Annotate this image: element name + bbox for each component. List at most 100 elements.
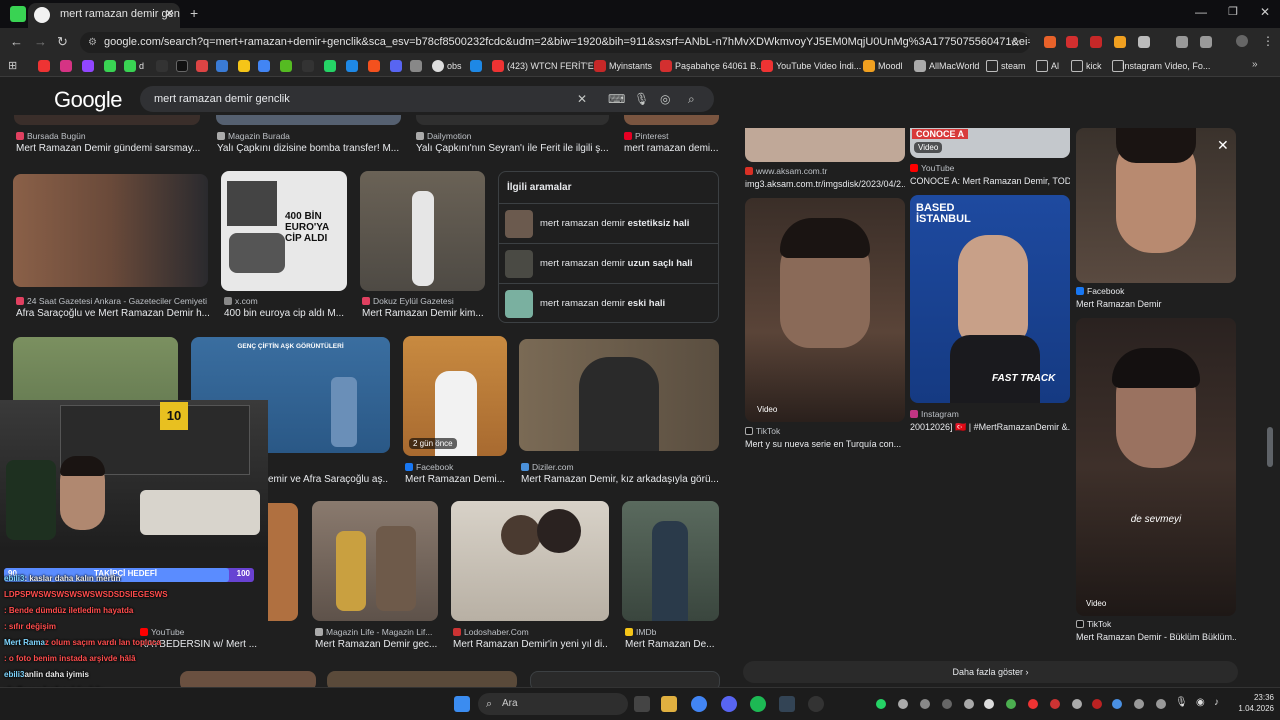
lens-icon[interactable]: ◎ [660,92,670,106]
tray-icon[interactable] [984,699,994,709]
obs-icon[interactable] [432,60,444,72]
result-caption[interactable]: Mert Ramazan Demi... [405,474,508,485]
result-caption[interactable]: Afra Saraçoğlu ve Mert Ramazan Demir h..… [16,308,210,319]
kick-icon[interactable] [104,60,116,72]
image-result-thumbnail[interactable] [624,115,719,125]
bookmark-icon[interactable] [914,60,926,72]
obs-icon[interactable] [808,696,824,712]
image-result-thumbnail[interactable] [622,501,719,621]
apps-grid-icon[interactable]: ⊞ [8,59,17,72]
discord-icon[interactable] [390,60,402,72]
adblock-icon[interactable] [1066,36,1078,48]
result-source[interactable]: Dokuz Eylül Gazetesi [362,296,490,306]
clock[interactable]: 23:36 1.04.2026 [1234,692,1274,714]
youtube-icon[interactable] [38,60,50,72]
close-tab-icon[interactable]: ✕ [165,3,174,25]
bookmark-icon[interactable] [216,60,228,72]
tray-icon[interactable] [1050,699,1060,709]
puzzle-icon[interactable] [1138,36,1150,48]
show-more-button[interactable]: Daha fazla göster › [743,661,1238,683]
extension-icon[interactable] [1044,36,1056,48]
result-source[interactable]: Facebook [405,462,510,472]
bookmark-label[interactable]: kick [1086,59,1102,73]
bookmark-label[interactable]: Paşabahçe 64061 B... [675,59,764,73]
bookmark-label[interactable]: Al [1051,59,1059,73]
task-view-icon[interactable] [634,696,650,712]
image-result-thumbnail[interactable]: de sevmeyi Video [1076,318,1236,616]
bookmark-icon[interactable] [594,60,606,72]
result-source[interactable]: TikTok [1076,619,1236,629]
bookmark-label[interactable]: obs [447,59,462,73]
result-source[interactable]: Diziler.com [521,462,721,472]
tray-icon[interactable] [920,699,930,709]
extension-icon[interactable] [1114,36,1126,48]
bookmark-icon[interactable] [280,60,292,72]
address-bar[interactable]: ⚙ google.com/search?q=mert+ramazan+demir… [80,32,1030,53]
minimize-icon[interactable]: — [1195,5,1207,19]
related-search-item[interactable]: mert ramazan demir estetiksiz hali [499,203,718,243]
start-icon[interactable] [454,696,470,712]
result-caption[interactable]: img3.aksam.com.tr/imgsdisk/2023/04/2... [745,179,905,189]
wifi-icon[interactable]: ◉ [1196,697,1205,708]
mic-icon[interactable]: 🎙 [1175,697,1188,708]
result-source[interactable]: Lodoshaber.Com [453,627,608,637]
result-source[interactable]: Magazin Life - Magazin Lif... [315,627,440,637]
folder-icon[interactable] [1036,60,1048,72]
new-tab-icon[interactable]: + [190,5,198,21]
bookmark-icon[interactable] [410,60,422,72]
image-result-thumbnail[interactable]: BASED İSTANBUL FAST TRACK [910,195,1070,403]
chrome-icon[interactable] [691,696,707,712]
bookmark-icon[interactable] [302,60,314,72]
result-caption[interactable]: Mert Ramazan Demir [1076,299,1236,309]
x-icon[interactable] [176,60,188,72]
youtube-icon[interactable] [761,60,773,72]
tray-icon[interactable] [1134,699,1144,709]
gmail-icon[interactable] [196,60,208,72]
search-icon[interactable]: ⌕ [688,92,695,106]
result-caption[interactable]: Mert Ramazan Demir - Büklüm Büklüm... [1076,632,1236,642]
extension-icon[interactable] [1176,36,1188,48]
instagram-icon[interactable] [60,60,72,72]
result-caption[interactable]: mert ramazan demi... [624,143,720,154]
tray-icon[interactable] [964,699,974,709]
result-source[interactable]: TikTok [745,426,905,436]
bookmark-icon[interactable] [863,60,875,72]
tray-icon[interactable] [1028,699,1038,709]
bookmark-icon[interactable] [470,60,482,72]
result-caption[interactable]: Mert Ramazan Demir, kız arkadaşıyla görü… [521,474,719,485]
file-explorer-icon[interactable] [661,696,677,712]
result-source[interactable]: YouTube [910,163,1070,173]
image-result-thumbnail[interactable] [745,128,905,162]
tray-icon[interactable] [876,699,886,709]
result-source[interactable]: x.com [224,296,354,306]
bookmark-star-icon[interactable]: ☆ [1010,35,1021,49]
result-source[interactable]: Instagram [910,409,1070,419]
kick-icon[interactable] [10,6,26,22]
bookmark-icon[interactable] [238,60,250,72]
bookmark-label[interactable]: Moodl [878,59,903,73]
twitch-icon[interactable] [82,60,94,72]
result-caption[interactable]: Mert Ramazan Demir gec... [315,639,439,650]
result-source[interactable]: IMDb [625,627,720,637]
result-caption[interactable]: 400 bin euroya cip aldı M... [224,308,350,319]
site-info-icon[interactable]: ⚙ [88,32,97,53]
tray-icon[interactable] [942,699,952,709]
tiktok-icon[interactable] [156,60,168,72]
result-caption[interactable]: 20012026] 🇹🇷 | #MertRamazanDemir &... [910,422,1070,433]
mic-icon[interactable]: 🎙 [634,92,649,106]
clear-icon[interactable]: ✕ [577,92,587,106]
volume-icon[interactable]: ♪ [1214,697,1219,708]
result-source[interactable]: Bursada Bugün [16,131,206,141]
result-caption[interactable]: Mert Ramazan Demir'in yeni yıl di... [453,639,607,650]
bookmark-label[interactable]: d [139,59,144,73]
close-window-icon[interactable]: ✕ [1260,5,1270,19]
play-icon[interactable] [346,60,358,72]
reload-icon[interactable]: ↻ [57,34,68,50]
scrollbar-thumb[interactable] [1267,427,1273,467]
bookmark-label[interactable]: (423) WTCN FERİT'E... [507,59,601,73]
image-result-thumbnail[interactable]: 2 gün önce [403,336,507,456]
tray-icon[interactable] [1072,699,1082,709]
bookmark-icon[interactable] [660,60,672,72]
result-caption[interactable]: Yalı Çapkını'nın Seyran'ı ile Ferit ile … [416,143,608,154]
tray-icon[interactable] [1112,699,1122,709]
